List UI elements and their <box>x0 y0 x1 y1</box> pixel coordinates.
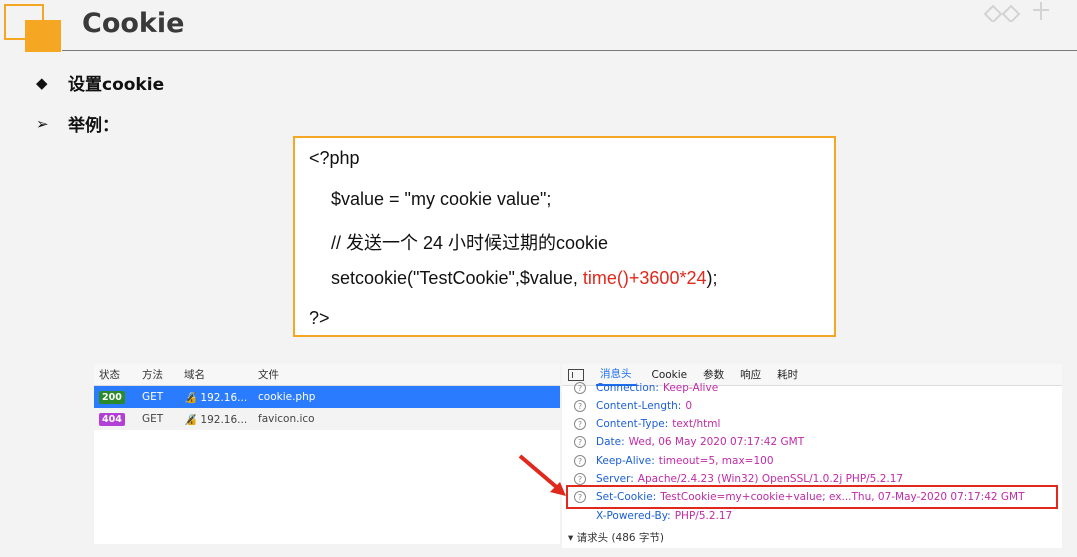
code-setcookie-call: setcookie("TestCookie",$value, time()+36… <box>331 268 717 289</box>
column-status[interactable]: 状态 <box>99 367 120 382</box>
status-badge: 404 <box>99 412 125 426</box>
help-icon[interactable]: ? <box>574 455 586 467</box>
request-file: cookie.php <box>258 391 316 403</box>
request-method: GET <box>142 391 164 403</box>
request-details-panel: 消息头 Cookie 参数 响应 耗时 ? Connection: Keep-Ali… <box>562 364 1062 548</box>
insecure-lock-icon: 🔏 <box>184 391 198 404</box>
network-request-list: 状态 方法 域名 文件 200 GET 🔏 192.16... cookie.p… <box>94 364 560 544</box>
header-row-content-type: ? Content-Type: text/html <box>574 418 720 430</box>
bullet-text: 举例： <box>68 116 119 136</box>
header-row-content-length: ? Content-Length: 0 <box>574 400 692 412</box>
insecure-lock-icon: 🔏 <box>184 413 198 426</box>
annotation-arrow-icon <box>518 454 566 496</box>
title-divider <box>62 50 1077 51</box>
tab-response[interactable]: 响应 <box>740 367 761 382</box>
network-table-header: 状态 方法 域名 文件 <box>94 364 560 386</box>
request-method: GET <box>142 413 164 425</box>
header-row-keep-alive: ? Keep-Alive: timeout=5, max=100 <box>574 455 774 467</box>
request-domain: 🔏 192.16... <box>184 413 248 426</box>
column-file[interactable]: 文件 <box>258 367 279 382</box>
request-file: favicon.ico <box>258 413 315 425</box>
bullet-set-cookie: ◆ 设置cookie <box>36 70 165 96</box>
table-row[interactable]: 200 GET 🔏 192.16... cookie.php <box>94 386 560 408</box>
page-title: Cookie <box>82 8 185 39</box>
help-icon[interactable]: ? <box>574 382 586 394</box>
set-cookie-highlight-box <box>566 485 1058 509</box>
help-icon[interactable]: ? <box>574 473 586 485</box>
code-php-open: <?php <box>309 148 360 168</box>
request-headers-section[interactable]: ▾ 请求头 (486 字节) <box>568 530 664 545</box>
help-icon[interactable]: ? <box>574 436 586 448</box>
status-badge: 200 <box>99 390 125 404</box>
header-row-date: ? Date: Wed, 06 May 2020 07:17:42 GMT <box>574 436 804 448</box>
request-domain: 🔏 192.16... <box>184 391 248 404</box>
header-row-server: ? Server: Apache/2.4.23 (Win32) OpenSSL/1.… <box>574 473 903 485</box>
code-php-close: ?> <box>309 308 330 328</box>
toggle-panel-icon[interactable] <box>568 368 584 381</box>
tab-cookie[interactable]: Cookie <box>652 369 688 381</box>
bullet-text: 设置cookie <box>68 75 165 95</box>
code-expiry-expression: time()+3600*24 <box>582 268 707 288</box>
code-example-box: <?php $value = "my cookie value"; // 发送一… <box>293 136 836 337</box>
code-line-value: $value = "my cookie value"; <box>331 189 552 209</box>
code-call-prefix: setcookie("TestCookie",$value, <box>331 268 583 288</box>
header-decoration-fill <box>25 20 61 52</box>
help-icon[interactable]: ? <box>574 400 586 412</box>
column-domain[interactable]: 域名 <box>184 367 205 382</box>
diamond-bullet-icon: ◆ <box>36 73 48 92</box>
header-row-connection: ? Connection: Keep-Alive <box>574 382 718 394</box>
code-call-suffix: ); <box>706 268 718 288</box>
table-row[interactable]: 404 GET 🔏 192.16... favicon.ico <box>94 408 560 430</box>
watermark-logo-icon <box>983 2 1049 22</box>
arrow-bullet-icon: ➢ <box>36 114 49 133</box>
code-comment: // 发送一个 24 小时候过期的cookie <box>331 233 609 253</box>
help-icon[interactable]: ? <box>574 418 586 430</box>
bullet-example: ➢ 举例： <box>36 111 119 137</box>
header-row-x-powered-by: X-Powered-By: PHP/5.2.17 <box>596 510 733 522</box>
column-method[interactable]: 方法 <box>142 367 163 382</box>
tab-params[interactable]: 参数 <box>703 367 724 382</box>
tab-timings[interactable]: 耗时 <box>777 367 798 382</box>
